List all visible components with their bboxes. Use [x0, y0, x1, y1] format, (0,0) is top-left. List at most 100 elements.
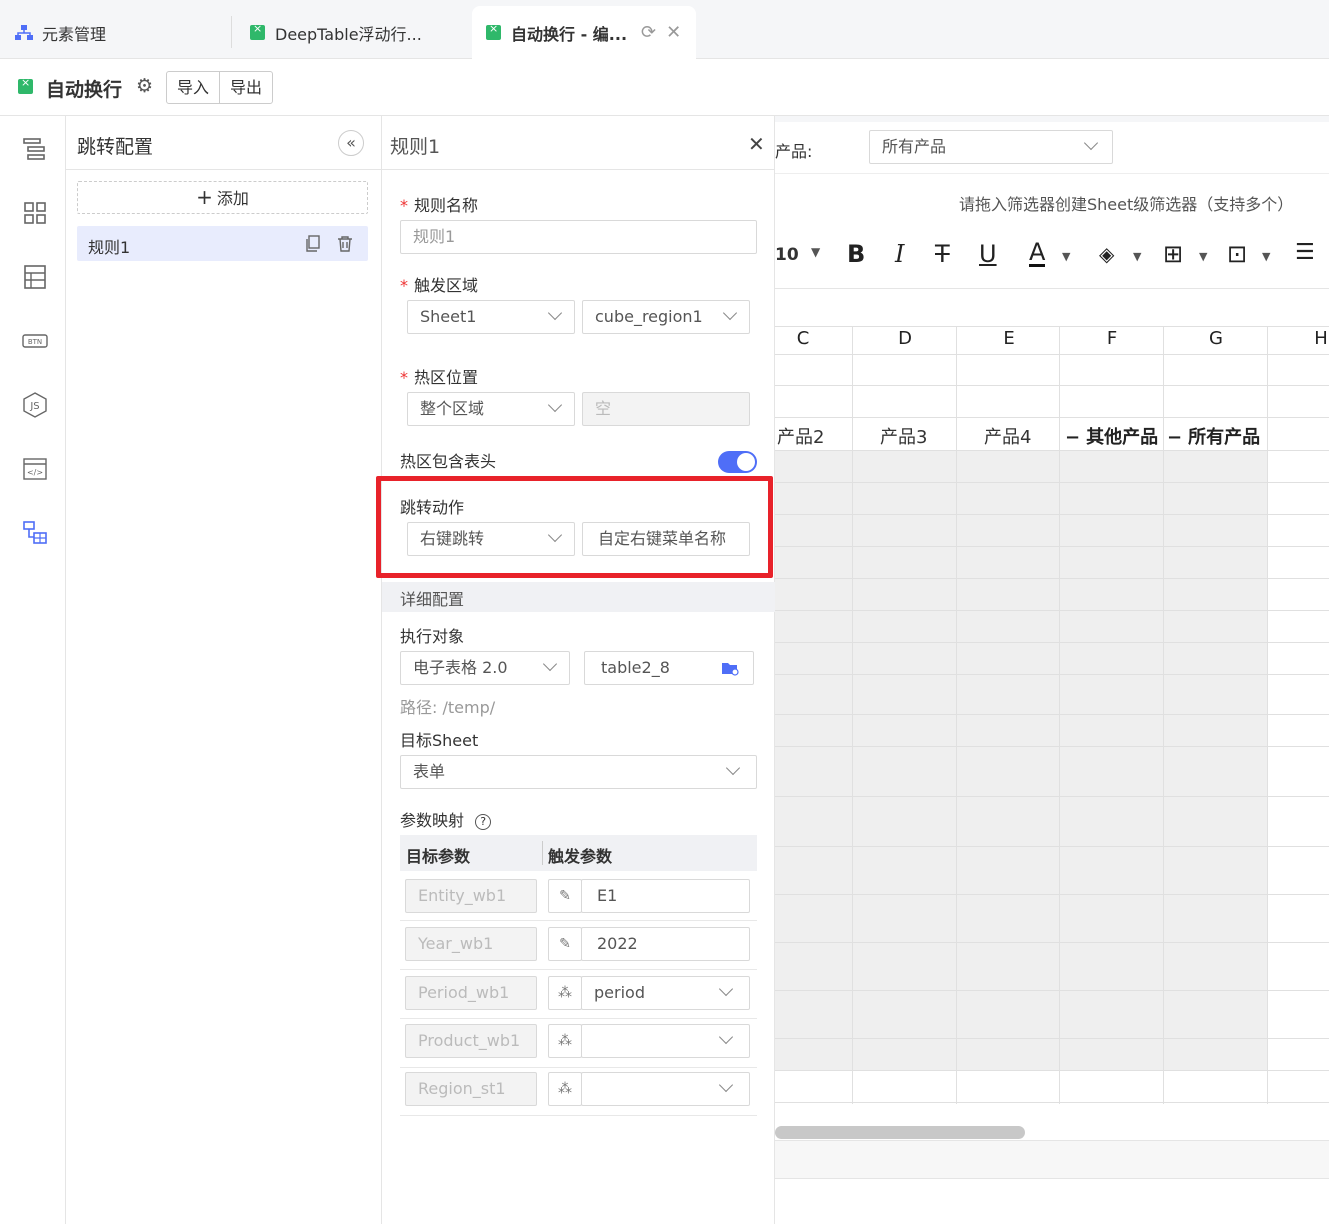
- close-icon[interactable]: ✕: [666, 22, 681, 43]
- trigger-param-select[interactable]: period: [581, 976, 750, 1010]
- merge-icon[interactable]: ⊡: [1227, 240, 1247, 268]
- bold-icon[interactable]: B: [847, 240, 865, 268]
- close-icon[interactable]: ✕: [748, 132, 765, 156]
- param-map-header: 目标参数 触发参数: [400, 835, 757, 871]
- plus-icon: +: [196, 185, 213, 209]
- export-button[interactable]: 导出: [219, 72, 272, 103]
- trigger-param-input[interactable]: E1: [581, 879, 750, 913]
- jump-action-label: 跳转动作: [400, 498, 465, 517]
- data-cells: [775, 450, 1267, 1070]
- chevron-down-icon[interactable]: ▼: [1262, 250, 1270, 263]
- dimension-icon[interactable]: ⁂: [548, 1024, 582, 1058]
- chevron-down-icon[interactable]: ▼: [811, 245, 820, 259]
- dimension-icon[interactable]: ⁂: [548, 976, 582, 1010]
- fill-color-icon[interactable]: ◈: [1099, 242, 1114, 266]
- product-filter-select[interactable]: 所有产品: [869, 130, 1113, 164]
- header-cell-collapsible[interactable]: − 所有产品: [1167, 423, 1260, 449]
- js-icon[interactable]: JS: [22, 392, 48, 418]
- copy-icon[interactable]: [305, 235, 321, 253]
- target-sheet-select[interactable]: 表单: [400, 755, 757, 789]
- indent-icon[interactable]: ☰: [1295, 240, 1315, 265]
- import-button[interactable]: 导入: [167, 72, 219, 103]
- underline-icon[interactable]: U: [979, 240, 997, 268]
- italic-icon[interactable]: I: [895, 240, 904, 268]
- column-header[interactable]: G: [1164, 328, 1268, 352]
- tab-deeptable[interactable]: DeepTable浮动行...: [232, 6, 472, 59]
- header-cell[interactable]: 产品4: [984, 423, 1031, 449]
- trigger-param-select[interactable]: [581, 1072, 750, 1106]
- collapse-icon[interactable]: «: [338, 130, 364, 156]
- tab-label: 元素管理: [42, 24, 107, 44]
- trigger-region-select[interactable]: cube_region1: [582, 300, 750, 334]
- dimension-icon[interactable]: ⁂: [548, 1072, 582, 1106]
- target-type-select[interactable]: 电子表格 2.0: [400, 651, 570, 685]
- border-icon[interactable]: ⊞: [1163, 240, 1183, 268]
- rule-title: 规则1: [390, 136, 441, 158]
- column-header[interactable]: E: [957, 328, 1061, 352]
- column-header[interactable]: D: [853, 328, 957, 352]
- excel-icon: [486, 22, 501, 40]
- header-cell[interactable]: 产品3: [880, 423, 927, 449]
- detail-label: 详细配置: [400, 590, 465, 609]
- target-param-field: Year_wb1: [405, 927, 537, 961]
- refresh-icon[interactable]: ⟳: [641, 22, 656, 43]
- font-size-select[interactable]: 10: [775, 245, 799, 265]
- target-param-field: Period_wb1: [405, 976, 537, 1010]
- target-table-input[interactable]: table2_8: [584, 651, 754, 685]
- add-rule-button[interactable]: + 添加: [77, 181, 368, 214]
- trigger-sheet-select[interactable]: Sheet1: [407, 300, 575, 334]
- chevron-down-icon[interactable]: ▼: [1062, 250, 1070, 263]
- hot-position-select[interactable]: 整个区域: [407, 392, 575, 426]
- tab-auto-wrap[interactable]: 自动换行 - 编... ⟳ ✕: [472, 6, 696, 59]
- header-cell[interactable]: 产品2: [777, 423, 824, 449]
- spreadsheet-area: 产品: 所有产品 请拖入筛选器创建Sheet级筛选器（支持多个） 10 ▼ B …: [775, 116, 1329, 1224]
- panel-title: 跳转配置: [77, 136, 154, 158]
- svg-text:</>: </>: [27, 468, 43, 477]
- target-object-label: 执行对象: [400, 627, 465, 646]
- help-icon[interactable]: ?: [475, 814, 492, 830]
- param-row: Entity_wb1 ✎ E1: [400, 872, 757, 921]
- chevron-down-icon[interactable]: ▼: [1133, 250, 1141, 263]
- button-icon[interactable]: BTN: [22, 328, 48, 354]
- jump-config-icon[interactable]: [22, 520, 48, 546]
- sheet-tab-bar: [775, 1141, 1329, 1179]
- rule-name-input[interactable]: 规则1: [400, 220, 757, 254]
- column-header[interactable]: F: [1060, 328, 1164, 352]
- include-header-toggle[interactable]: [718, 451, 757, 473]
- pin-icon[interactable]: ✎: [548, 879, 582, 913]
- trigger-param-input[interactable]: 2022: [581, 927, 750, 961]
- rule-name-label: * 规则名称: [400, 196, 479, 215]
- code-window-icon[interactable]: </>: [22, 456, 48, 482]
- form-icon[interactable]: [22, 264, 48, 290]
- tab-label: 自动换行 - 编...: [511, 24, 628, 44]
- pin-icon[interactable]: ✎: [548, 927, 582, 961]
- hot-empty-input: 空: [582, 392, 750, 426]
- svg-text:BTN: BTN: [28, 338, 42, 346]
- jump-action-select[interactable]: 右键跳转: [407, 522, 575, 556]
- horizontal-scrollbar[interactable]: [775, 1126, 1025, 1139]
- collapse-dash-icon: −: [1065, 427, 1081, 448]
- strikethrough-icon[interactable]: T: [935, 240, 950, 268]
- header-cell-collapsible[interactable]: − 其他产品: [1065, 423, 1158, 449]
- grid-icon[interactable]: [22, 200, 48, 226]
- target-param-field: Entity_wb1: [405, 879, 537, 913]
- hot-position-label: * 热区位置: [400, 368, 479, 387]
- chevron-down-icon[interactable]: ▼: [1199, 250, 1207, 263]
- context-menu-name-input[interactable]: 自定右键菜单名称: [582, 522, 750, 556]
- gear-icon[interactable]: ⚙: [136, 75, 153, 97]
- format-toolbar: 10 ▼ B I T U A ▼ ◈ ▼ ⊞ ▼ ⊡ ▼ ☰: [775, 230, 1329, 284]
- font-color-icon[interactable]: A: [1029, 240, 1046, 267]
- rule-list-item[interactable]: 规则1: [77, 226, 368, 261]
- trigger-param-select[interactable]: [581, 1024, 750, 1058]
- left-icon-rail: BTN JS </>: [0, 116, 66, 1224]
- tab-element-manage[interactable]: 元素管理: [0, 6, 232, 59]
- editor-toolbar: 自动换行 ⚙ 导入 导出: [0, 59, 1329, 116]
- filter-drop-hint: 请拖入筛选器创建Sheet级筛选器（支持多个）: [959, 195, 1294, 214]
- column-header[interactable]: H: [1301, 328, 1329, 352]
- delete-icon[interactable]: [337, 235, 353, 253]
- tree-icon[interactable]: [22, 136, 48, 162]
- column-header[interactable]: C: [775, 328, 831, 352]
- excel-icon: [250, 22, 265, 40]
- folder-icon[interactable]: [721, 660, 739, 676]
- target-param-field: Region_st1: [405, 1072, 537, 1106]
